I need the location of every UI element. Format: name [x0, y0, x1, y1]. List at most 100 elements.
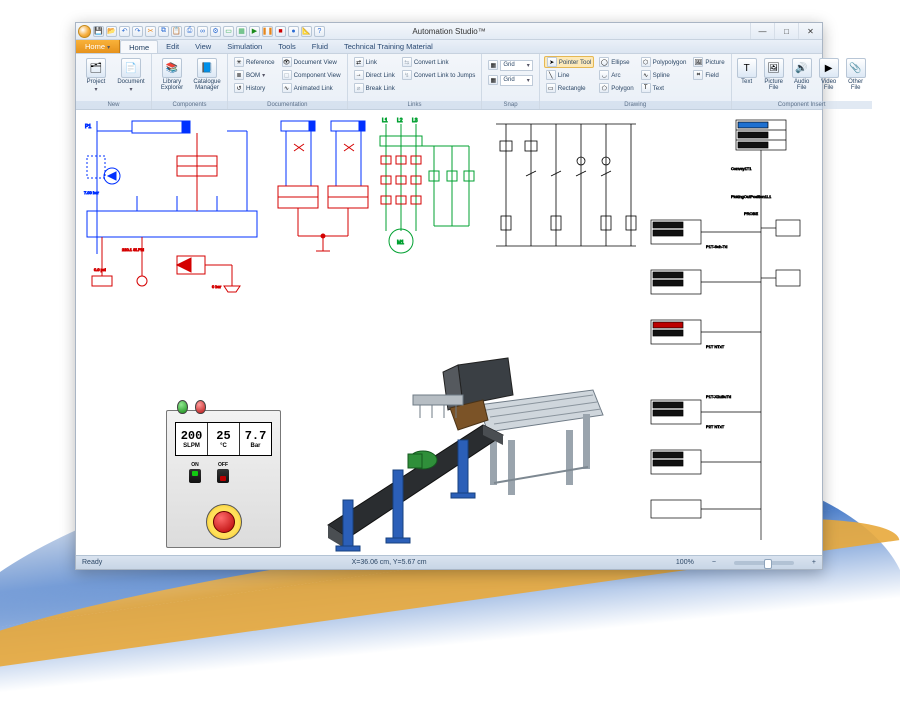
- qat-record-icon[interactable]: ●: [288, 26, 299, 37]
- project-button[interactable]: 🗂Project: [80, 56, 112, 101]
- close-button[interactable]: ✕: [798, 23, 822, 39]
- ribbon-group-new: 🗂Project 📄Document New: [76, 54, 152, 109]
- document-view-button[interactable]: 👁Document View: [280, 56, 343, 68]
- insert-text-button[interactable]: TText: [736, 56, 758, 101]
- reference-button[interactable]: ✳Reference: [232, 56, 277, 68]
- tab-edit[interactable]: Edit: [158, 40, 187, 53]
- qat-cut-icon[interactable]: ✂: [145, 26, 156, 37]
- polygon-tool-button[interactable]: ⬠Polygon: [597, 82, 635, 94]
- polygon-icon: ⬠: [599, 83, 609, 93]
- status-coords: X=36.06 cm, Y=5.67 cm: [352, 559, 427, 566]
- line-tool-button[interactable]: ╲Line: [544, 69, 595, 81]
- qat-help-icon[interactable]: ?: [314, 26, 325, 37]
- link-button[interactable]: ⇄Link: [352, 56, 397, 68]
- insert-picture-button[interactable]: 🖼Picture File: [761, 56, 787, 101]
- insert-other-button[interactable]: 📎Other File: [844, 56, 868, 101]
- file-tab[interactable]: Home: [76, 40, 120, 53]
- qat-save-icon[interactable]: 💾: [93, 26, 104, 37]
- other-file-icon: 📎: [846, 58, 866, 78]
- rectangle-tool-button[interactable]: ▭Rectangle: [544, 82, 595, 94]
- qat-sim-stop-icon[interactable]: ■: [275, 26, 286, 37]
- convert-link-button[interactable]: ⇆Convert Link: [400, 56, 478, 68]
- qat-sim-pause-icon[interactable]: ❚❚: [262, 26, 273, 37]
- qat-copy-icon[interactable]: ⧉: [158, 26, 169, 37]
- reading-slpm: 200: [181, 429, 203, 443]
- qat-select-icon[interactable]: ▭: [223, 26, 234, 37]
- qat-link-icon[interactable]: ∞: [197, 26, 208, 37]
- component-view-icon: ▢: [282, 70, 292, 80]
- svg-text:0 bar: 0 bar: [212, 284, 222, 289]
- break-link-button[interactable]: ⌀Break Link: [352, 82, 397, 94]
- tab-simulation[interactable]: Simulation: [219, 40, 270, 53]
- menu-bar: Home Home Edit View Simulation Tools Flu…: [76, 40, 822, 54]
- library-explorer-button[interactable]: 📚Library Explorer: [156, 56, 188, 101]
- catalogue-manager-button[interactable]: 📘Catalogue Manager: [191, 56, 223, 101]
- grid-icon: ▦: [488, 60, 498, 70]
- qat-print-icon[interactable]: ⎙: [184, 26, 195, 37]
- qat-settings-icon[interactable]: ⚙: [210, 26, 221, 37]
- jumps-icon: ↯: [402, 70, 412, 80]
- chevron-down-icon: [527, 77, 530, 84]
- polypolygon-tool-button[interactable]: ⬡Polypolygon: [639, 56, 689, 68]
- spline-tool-button[interactable]: ∿Spline: [639, 69, 689, 81]
- arc-tool-button[interactable]: ◡Arc: [597, 69, 635, 81]
- animated-link-button[interactable]: ∿Animated Link: [280, 82, 343, 94]
- convert-link-icon: ⇆: [402, 57, 412, 67]
- ellipse-icon: ◯: [599, 57, 609, 67]
- qat-grid-icon[interactable]: ▦: [236, 26, 247, 37]
- group-label-insert: Component Insert: [732, 101, 872, 109]
- chevron-down-icon: [107, 42, 110, 51]
- picture-tool-button[interactable]: 🖼Picture: [691, 56, 726, 68]
- ribbon-group-drawing: ➤Pointer Tool ╲Line ▭Rectangle ◯Ellipse …: [540, 54, 732, 109]
- qat-undo-icon[interactable]: ↶: [119, 26, 130, 37]
- qat-measure-icon[interactable]: 📐: [301, 26, 312, 37]
- zoom-slider[interactable]: [734, 561, 794, 565]
- history-button[interactable]: ↺History: [232, 82, 277, 94]
- zoom-in-icon[interactable]: +: [812, 559, 816, 566]
- reading-bar: 7.7: [245, 429, 267, 443]
- direct-link-button[interactable]: →Direct Link: [352, 69, 397, 81]
- pointer-tool-button[interactable]: ➤Pointer Tool: [544, 56, 595, 68]
- drawing-canvas[interactable]: P1 7.00 bar 220.1 SLPM 0.0 psi 0 bar: [76, 110, 822, 555]
- document-button[interactable]: 📄Document: [115, 56, 147, 101]
- qat-redo-icon[interactable]: ↷: [132, 26, 143, 37]
- group-label-documentation: Documentation: [228, 101, 347, 109]
- maximize-button[interactable]: □: [774, 23, 798, 39]
- group-label-new: New: [76, 101, 151, 109]
- ribbon-group-documentation: ✳Reference ≣BOM ↺History 👁Document View …: [228, 54, 348, 109]
- svg-text:0.0 psi: 0.0 psi: [94, 267, 106, 272]
- svg-text:PROBE: PROBE: [744, 211, 758, 216]
- component-view-button[interactable]: ▢Component View: [280, 69, 343, 81]
- title-bar: 💾 📂 ↶ ↷ ✂ ⧉ 📋 ⎙ ∞ ⚙ ▭ ▦ ▶ ❚❚ ■ ● 📐 ? Aut…: [76, 23, 822, 40]
- reading-temp: 25: [216, 429, 230, 443]
- ribbon-group-snap: ▦Grid ▦Grid Snap: [482, 54, 539, 109]
- qat-sim-start-icon[interactable]: ▶: [249, 26, 260, 37]
- hydraulic-schematic: P1 7.00 bar 220.1 SLPM 0.0 psi 0 bar: [82, 116, 277, 296]
- ellipse-tool-button[interactable]: ◯Ellipse: [597, 56, 635, 68]
- app-logo-icon[interactable]: [78, 25, 91, 38]
- minimize-button[interactable]: —: [750, 23, 774, 39]
- snap-grid-2[interactable]: ▦Grid: [486, 74, 534, 86]
- tab-fluid[interactable]: Fluid: [304, 40, 336, 53]
- ribbon: 🗂Project 📄Document New 📚Library Explorer…: [76, 54, 822, 110]
- field-tool-button[interactable]: ⌗Field: [691, 69, 726, 81]
- text-tool-button[interactable]: TText: [639, 82, 689, 94]
- convert-link-jumps-button[interactable]: ↯Convert Link to Jumps: [400, 69, 478, 81]
- tab-home[interactable]: Home: [120, 40, 158, 53]
- status-zoom: 100%: [676, 559, 694, 566]
- tab-technical-training[interactable]: Technical Training Material: [336, 40, 441, 53]
- insert-audio-button[interactable]: 🔊Audio File: [790, 56, 814, 101]
- bom-button[interactable]: ≣BOM: [232, 69, 277, 81]
- qat-open-icon[interactable]: 📂: [106, 26, 117, 37]
- panel-display: 200SLPM 25°C 7.7Bar: [175, 422, 272, 456]
- tab-tools[interactable]: Tools: [270, 40, 304, 53]
- control-schematic: [491, 116, 641, 256]
- spline-icon: ∿: [641, 70, 651, 80]
- animated-link-icon: ∿: [282, 83, 292, 93]
- insert-video-button[interactable]: ▶Video File: [817, 56, 841, 101]
- snap-grid-1[interactable]: ▦Grid: [486, 59, 534, 71]
- zoom-out-icon[interactable]: −: [712, 559, 716, 566]
- break-link-icon: ⌀: [354, 83, 364, 93]
- qat-paste-icon[interactable]: 📋: [171, 26, 182, 37]
- tab-view[interactable]: View: [187, 40, 219, 53]
